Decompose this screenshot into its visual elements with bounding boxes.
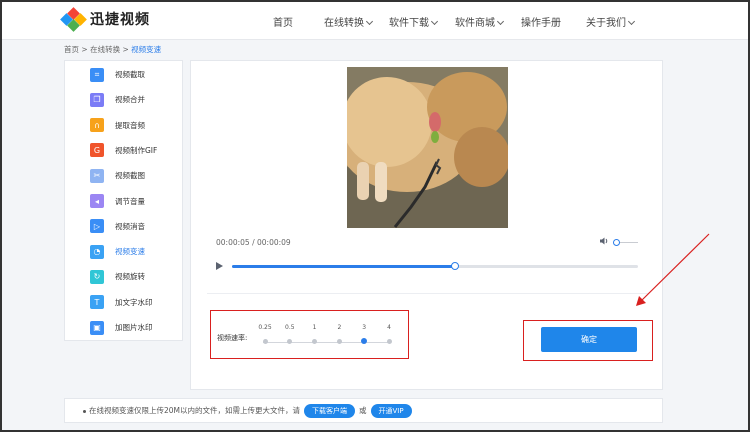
speed-option-label: 0.25 — [258, 324, 272, 331]
sidebar-item-label: 视频变速 — [115, 247, 145, 257]
sidebar-item-label: 视频截取 — [115, 70, 145, 79]
text-watermark-icon: T — [90, 295, 104, 310]
playback-time: 00:00:05 / 00:00:09 — [216, 238, 291, 247]
confirm-button[interactable]: 确定 — [541, 327, 637, 352]
breadcrumb-separator: > — [122, 45, 129, 54]
dog-video-frame — [347, 67, 508, 228]
chevron-down-icon — [365, 17, 374, 26]
scissors-icon: ✂ — [90, 168, 104, 183]
breadcrumb: 首页 > 在线转换 > 视频变速 — [64, 44, 161, 55]
total-duration: 00:00:09 — [257, 238, 291, 247]
play-icon[interactable] — [216, 262, 223, 270]
sidebar-item-label: 视频旋转 — [115, 272, 145, 282]
sidebar-item[interactable]: ❐ 视频合并 — [65, 87, 182, 112]
nav-software-download[interactable]: 软件下载 — [389, 14, 439, 29]
nav-home[interactable]: 首页 — [273, 14, 293, 29]
speed-icon: ◔ — [90, 244, 104, 259]
speed-option-label: 0.5 — [285, 324, 295, 331]
volume-slider-handle[interactable] — [612, 239, 620, 246]
rotate-icon: ↻ — [90, 269, 104, 284]
sidebar-item[interactable]: ⌗ 视频截取 — [65, 62, 182, 87]
sidebar-item[interactable]: ▣ 加图片水印 — [65, 315, 182, 340]
upload-limit-notice: 在线视频变速仅限上传20M以内的文件，如需上传更大文件，请 下载客户端 或 开通… — [64, 398, 663, 423]
crop-icon: ⌗ — [90, 67, 104, 82]
progress-fill — [232, 265, 456, 268]
gif-icon: G — [90, 143, 104, 158]
logo-title: 迅捷视频 — [90, 12, 150, 28]
sidebar-item-label: 提取音频 — [115, 120, 145, 130]
progress-bar[interactable] — [232, 265, 638, 268]
logo[interactable]: 迅捷视频 — [60, 7, 150, 32]
open-vip-button[interactable]: 开通VIP — [370, 403, 412, 418]
speed-option-label: 1 — [312, 324, 317, 331]
chevron-down-icon — [430, 17, 439, 26]
download-client-button[interactable]: 下载客户端 — [304, 403, 356, 418]
sidebar-item[interactable]: ∩ 提取音频 — [65, 113, 182, 138]
volume-icon[interactable] — [599, 236, 609, 246]
sidebar-item[interactable]: ◔ 视频变速 — [65, 239, 182, 264]
sidebar-item[interactable]: ↻ 视频旋转 — [65, 264, 182, 289]
breadcrumb-separator: > — [81, 45, 88, 54]
speed-option-label: 4 — [387, 324, 391, 331]
headphones-icon: ∩ — [90, 118, 104, 133]
divider — [207, 293, 648, 294]
nav-online-convert[interactable]: 在线转换 — [324, 14, 374, 29]
sidebar-item[interactable]: ▷ 视频消音 — [65, 214, 182, 239]
sidebar-item-label: 视频消音 — [115, 221, 145, 231]
speed-label: 视频速率: — [217, 334, 248, 342]
notice-or: 或 — [359, 406, 367, 415]
speed-control-highlight: 视频速率: 0.25 0.5 1 2 3 4 — [210, 310, 409, 359]
video-preview[interactable] — [347, 67, 508, 228]
chevron-down-icon — [627, 17, 636, 26]
speed-option-label: 2 — [337, 324, 342, 331]
speed-option-label: 3 — [362, 324, 367, 331]
speed-slider-track[interactable] — [263, 342, 389, 343]
sidebar-item[interactable]: T 加文字水印 — [65, 290, 182, 315]
breadcrumb-current: 视频变速 — [131, 45, 162, 54]
volume-icon: ◂ — [90, 194, 104, 208]
notice-text: 在线视频变速仅限上传20M以内的文件，如需上传更大文件，请 — [89, 406, 301, 415]
progress-handle[interactable] — [451, 262, 460, 270]
speed-slider-tick[interactable] — [386, 339, 392, 344]
speed-slider-tick[interactable] — [262, 339, 268, 344]
video-editor-panel: 00:00:05 / 00:00:09 视频速率: 0.25 0.5 1 2 3 4 确定 — [190, 60, 663, 390]
speed-slider-tick[interactable] — [336, 339, 342, 344]
bullet-icon — [83, 410, 86, 413]
merge-icon: ❐ — [90, 92, 104, 107]
tool-sidebar: ⌗ 视频截取 ❐ 视频合并 ∩ 提取音频 G 视频制作GIF ✂ 视频截图 ◂ 调节音量 ▷ 视频消音 ◔ 视… — [64, 60, 183, 341]
annotation-arrow — [636, 233, 710, 306]
chevron-down-icon — [496, 17, 505, 26]
nav-manual[interactable]: 操作手册 — [521, 14, 561, 29]
sidebar-item-label: 加图片水印 — [115, 323, 153, 332]
sidebar-item-label: 调节音量 — [115, 196, 145, 206]
nav-about[interactable]: 关于我们 — [586, 14, 636, 29]
sidebar-item-label: 加文字水印 — [115, 297, 153, 307]
sidebar-item-label: 视频截图 — [115, 171, 145, 181]
sidebar-item[interactable]: ◂ 调节音量 — [65, 189, 182, 214]
image-watermark-icon: ▣ — [90, 320, 104, 335]
logo-icon — [60, 7, 87, 32]
sidebar-item-label: 视频合并 — [115, 95, 145, 105]
sidebar-item[interactable]: ✂ 视频截图 — [65, 163, 182, 188]
breadcrumb-home[interactable]: 首页 — [64, 45, 79, 54]
speed-slider-tick[interactable] — [312, 339, 318, 344]
breadcrumb-section[interactable]: 在线转换 — [90, 45, 120, 54]
sidebar-item-label: 视频制作GIF — [115, 145, 158, 155]
current-time: 00:00:05 — [216, 238, 250, 247]
speed-slider-handle[interactable] — [361, 338, 368, 344]
nav-software-store[interactable]: 软件商城 — [455, 14, 505, 29]
mute-icon: ▷ — [90, 219, 104, 234]
top-header: 迅捷视频 首页 在线转换 软件下载 软件商城 操作手册 关于我们 — [2, 2, 748, 40]
sidebar-item[interactable]: G 视频制作GIF — [65, 138, 182, 163]
speed-slider-tick[interactable] — [287, 339, 293, 344]
confirm-highlight: 确定 — [523, 320, 653, 361]
